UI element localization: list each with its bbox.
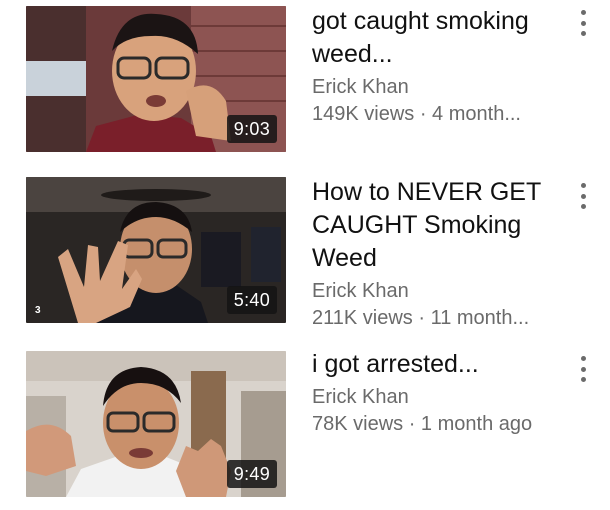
video-duration: 9:49 (226, 460, 277, 488)
video-duration: 5:40 (226, 286, 277, 314)
video-title[interactable]: i got arrested... (312, 348, 567, 381)
video-item-3[interactable]: 9:49 i got arrested... Erick Khan 78K vi… (0, 346, 610, 506)
channel-name[interactable]: Erick Khan (312, 384, 567, 411)
more-options-icon[interactable] (575, 356, 591, 382)
channel-name[interactable]: Erick Khan (312, 74, 567, 101)
video-stats: 78K views · 1 month ago (312, 413, 533, 435)
video-meta: How to NEVER GET CAUGHT Smoking Weed Eri… (312, 176, 567, 332)
video-thumbnail[interactable]: 9:03 (26, 6, 286, 152)
video-item-1[interactable]: 9:03 got caught smoking weed... Erick Kh… (0, 0, 610, 160)
video-meta: got caught smoking weed... Erick Khan 14… (312, 5, 567, 128)
video-item-2[interactable]: 3 5:40 How to NEVER GET CAUGHT Smoking W… (0, 172, 610, 332)
video-stats: 211K views · 11 month... (312, 307, 530, 329)
video-thumbnail[interactable]: 3 5:40 (26, 177, 286, 323)
video-meta: i got arrested... Erick Khan 78K views ·… (312, 348, 567, 438)
more-options-icon[interactable] (575, 183, 591, 209)
video-thumbnail[interactable]: 9:49 (26, 351, 286, 497)
video-stats: 149K views · 4 month... (312, 103, 521, 125)
channel-name[interactable]: Erick Khan (312, 278, 567, 305)
more-options-icon[interactable] (575, 10, 591, 36)
video-title[interactable]: How to NEVER GET CAUGHT Smoking Weed (312, 176, 567, 275)
video-title[interactable]: got caught smoking weed... (312, 5, 567, 71)
thumbnail-corner-mark: 3 (35, 305, 41, 316)
video-duration: 9:03 (226, 115, 277, 143)
